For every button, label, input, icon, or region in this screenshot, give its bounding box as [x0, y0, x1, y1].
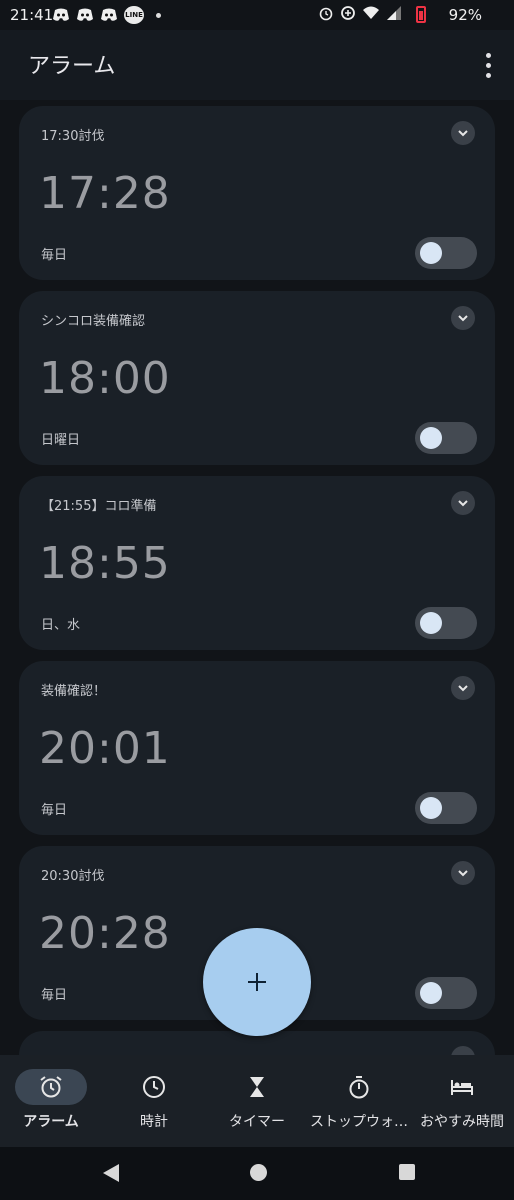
hourglass-icon [250, 1077, 264, 1097]
toggle-knob [420, 982, 442, 1004]
alarm-toggle[interactable] [415, 422, 477, 454]
alarm-time[interactable]: 18:55 [39, 538, 171, 589]
battery-percentage: 92% [448, 6, 482, 24]
nav-item-stopwatch[interactable]: ストップウォ… [309, 1065, 409, 1140]
nav-label: ストップウォ… [310, 1114, 408, 1130]
expand-button[interactable] [451, 676, 475, 700]
status-time: 21:41 [10, 6, 54, 24]
discord-icon [53, 8, 69, 21]
alarm-toggle[interactable] [415, 607, 477, 639]
more-notifications-dot [156, 12, 161, 18]
alarm-card[interactable]: シンコロ装備確認 18:00 日曜日 [19, 291, 495, 465]
alarm-list[interactable]: 17:30討伐 17:28 毎日 シンコロ装備確認 18:00 日曜日 【21:… [0, 100, 514, 1055]
expand-button[interactable] [451, 121, 475, 145]
nav-label: おやすみ時間 [420, 1114, 504, 1130]
stopwatch-icon [349, 1076, 369, 1099]
alarm-label[interactable]: 20:30討伐 [41, 865, 104, 884]
alarm-icon [40, 1076, 62, 1098]
toggle-knob [420, 797, 442, 819]
add-alarm-button[interactable] [203, 928, 311, 1036]
alarm-repeat: 毎日 [41, 988, 68, 1003]
discord-icon [77, 8, 93, 21]
status-bar: 21:41 LINE 92% [0, 0, 514, 30]
wifi-icon [363, 6, 379, 19]
app-bar: アラーム [0, 30, 514, 100]
alarm-repeat: 日、水 [41, 618, 81, 633]
page-title: アラーム [28, 54, 116, 79]
alarm-card[interactable]: 装備確認！ 20:01 毎日 [19, 661, 495, 835]
expand-button[interactable] [451, 306, 475, 330]
nav-item-timer[interactable]: タイマー [207, 1065, 307, 1140]
alarm-time[interactable]: 20:01 [39, 723, 171, 774]
notification-icons: LINE [52, 6, 161, 24]
back-icon[interactable] [102, 1163, 120, 1183]
recents-icon[interactable] [399, 1164, 415, 1180]
chevron-down-icon [458, 685, 468, 692]
system-navigation-bar [0, 1147, 514, 1200]
alarm-toggle[interactable] [415, 237, 477, 269]
alarm-toggle[interactable] [415, 977, 477, 1009]
nav-item-alarm[interactable]: アラーム [1, 1065, 101, 1140]
alarm-label[interactable]: 17:30討伐 [41, 125, 104, 144]
alarm-toggle[interactable] [415, 792, 477, 824]
data-saver-icon [341, 6, 355, 20]
bottom-navigation: アラーム 時計 タイマー ストップウォ… おやすみ時間 [0, 1055, 514, 1147]
nav-item-clock[interactable]: 時計 [104, 1065, 204, 1140]
alarm-repeat: 日曜日 [41, 433, 81, 448]
nav-label: タイマー [229, 1114, 285, 1130]
alarm-clock-icon [319, 7, 333, 21]
more-vert-icon-dot [485, 62, 491, 68]
alarm-time[interactable]: 17:28 [39, 168, 171, 219]
nav-item-bedtime[interactable]: おやすみ時間 [412, 1065, 512, 1140]
status-right-icons [318, 5, 402, 21]
alarm-repeat: 毎日 [41, 803, 68, 818]
alarm-label[interactable]: 装備確認！ [41, 680, 106, 699]
signal-icon [387, 6, 401, 20]
home-icon[interactable] [250, 1164, 267, 1181]
discord-icon [101, 8, 117, 21]
chevron-down-icon [458, 870, 468, 877]
more-vert-icon-dot [485, 52, 491, 58]
battery-icon [416, 6, 426, 23]
alarm-card[interactable]: 17:30討伐 17:28 毎日 [19, 106, 495, 280]
bed-icon [451, 1080, 473, 1095]
expand-button[interactable] [451, 861, 475, 885]
line-icon: LINE [124, 6, 144, 24]
expand-button[interactable] [451, 491, 475, 515]
alarm-repeat: 毎日 [41, 248, 68, 263]
toggle-knob [420, 612, 442, 634]
chevron-down-icon [458, 500, 468, 507]
nav-label: 時計 [140, 1114, 168, 1130]
toggle-knob [420, 242, 442, 264]
chevron-down-icon [458, 130, 468, 137]
alarm-card[interactable]: 【21:55】コロ準備 18:55 日、水 [19, 476, 495, 650]
alarm-time[interactable]: 20:28 [39, 908, 171, 959]
clock-icon [143, 1076, 165, 1098]
expand-button[interactable] [451, 1046, 475, 1055]
chevron-down-icon [458, 315, 468, 322]
nav-label: アラーム [23, 1114, 79, 1130]
alarm-label[interactable]: 【21:55】コロ準備 [41, 495, 156, 514]
overflow-menu-button[interactable] [478, 50, 498, 80]
plus-icon [248, 973, 266, 991]
more-vert-icon-dot [485, 72, 491, 78]
toggle-knob [420, 427, 442, 449]
alarm-label[interactable]: シンコロ装備確認 [41, 310, 145, 329]
alarm-time[interactable]: 18:00 [39, 353, 171, 404]
